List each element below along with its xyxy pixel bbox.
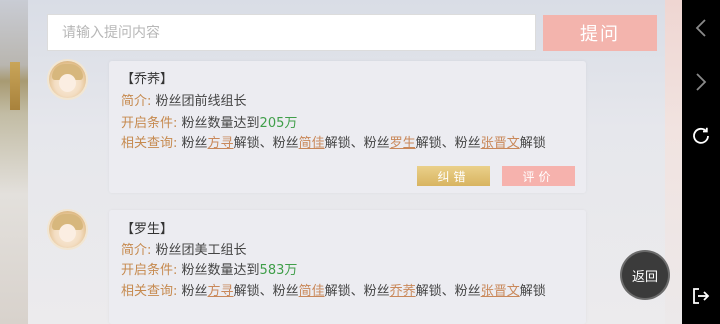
exit-icon[interactable] — [682, 278, 720, 314]
report-error-button[interactable]: 纠错 — [417, 166, 490, 186]
question-input[interactable] — [47, 14, 536, 51]
intro-label: 简介: — [121, 243, 152, 258]
related-item: 粉丝罗生解锁、 — [363, 136, 455, 151]
related-item: 粉丝方寻解锁、 — [181, 284, 273, 299]
avatar — [49, 211, 86, 248]
related-link[interactable]: 方寻 — [208, 284, 234, 299]
related-link[interactable]: 方寻 — [208, 136, 234, 151]
related-row: 相关查询: 粉丝方寻解锁、粉丝简佳解锁、粉丝乔荞解锁、粉丝张晋文解锁 — [121, 283, 546, 301]
related-label: 相关查询: — [121, 284, 178, 299]
background-left-strip — [0, 0, 28, 324]
intro-value: 粉丝团美工组长 — [155, 243, 247, 258]
related-link[interactable]: 简佳 — [299, 136, 325, 151]
chevron-left-icon[interactable] — [682, 10, 720, 46]
chevron-right-icon[interactable] — [682, 64, 720, 100]
related-row: 相关查询: 粉丝方寻解锁、粉丝简佳解锁、粉丝罗生解锁、粉丝张晋文解锁 — [121, 135, 546, 153]
intro-value: 粉丝团前线组长 — [155, 94, 247, 109]
related-item: 粉丝张晋文解锁 — [454, 136, 546, 151]
navigation-bar — [682, 0, 720, 324]
info-card: 【乔荞】 简介: 粉丝团前线组长 开启条件: 粉丝数量达到205万 相关查询: … — [109, 61, 586, 193]
intro-label: 简介: — [121, 94, 152, 109]
related-link[interactable]: 简佳 — [299, 284, 325, 299]
intro-row: 简介: 粉丝团美工组长 — [121, 242, 247, 260]
condition-row: 开启条件: 粉丝数量达到205万 — [121, 115, 297, 133]
related-item: 粉丝方寻解锁、 — [181, 136, 273, 151]
related-link[interactable]: 张晋文 — [481, 136, 520, 151]
character-name: 【乔荞】 — [121, 72, 174, 87]
related-label: 相关查询: — [121, 136, 178, 151]
intro-row: 简介: 粉丝团前线组长 — [121, 93, 247, 111]
related-item: 粉丝张晋文解锁 — [454, 284, 546, 299]
back-button[interactable]: 返回 — [622, 252, 668, 298]
background-decoration — [10, 62, 20, 110]
info-card: 【罗生】 简介: 粉丝团美工组长 开启条件: 粉丝数量达到583万 相关查询: … — [109, 210, 586, 324]
condition-text: 粉丝数量达到 — [181, 116, 260, 131]
related-link[interactable]: 张晋文 — [481, 284, 520, 299]
condition-label: 开启条件: — [121, 263, 178, 278]
refresh-icon[interactable] — [682, 118, 720, 154]
condition-text: 粉丝数量达到 — [181, 263, 260, 278]
related-item: 粉丝简佳解锁、 — [272, 136, 364, 151]
condition-number: 205万 — [259, 116, 298, 131]
related-item: 粉丝简佳解锁、 — [272, 284, 364, 299]
rate-button[interactable]: 评价 — [502, 166, 575, 186]
condition-number: 583万 — [259, 263, 298, 278]
avatar — [49, 61, 86, 98]
character-name: 【罗生】 — [121, 222, 174, 237]
related-link[interactable]: 乔荞 — [390, 284, 416, 299]
related-link[interactable]: 罗生 — [390, 136, 416, 151]
condition-row: 开启条件: 粉丝数量达到583万 — [121, 262, 297, 280]
related-item: 粉丝乔荞解锁、 — [363, 284, 455, 299]
ask-button[interactable]: 提问 — [543, 15, 657, 51]
condition-label: 开启条件: — [121, 116, 178, 131]
